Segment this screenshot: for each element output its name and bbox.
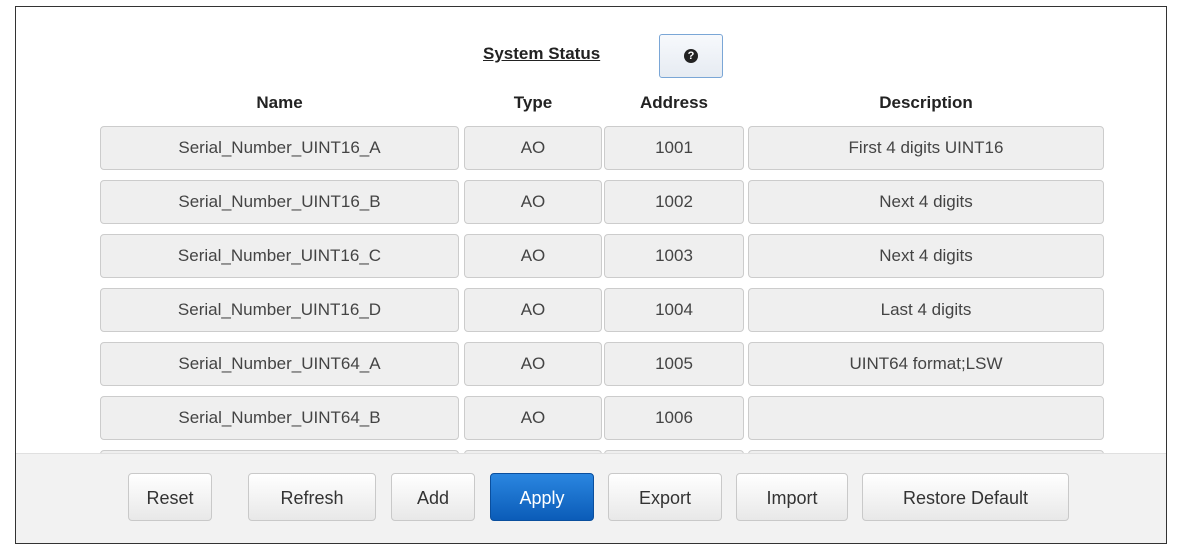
help-button[interactable]: ? [659,34,723,78]
refresh-button[interactable]: Refresh [248,473,376,521]
system-status-panel: System Status ? Name Type Address Descri… [15,6,1167,544]
title-row: System Status ? [16,29,1166,78]
column-header-address: Address [639,93,709,112]
table-row [16,180,1166,224]
import-button[interactable]: Import [736,473,848,521]
question-icon: ? [684,49,698,63]
name-field[interactable] [100,396,459,440]
description-field[interactable] [748,342,1104,386]
name-field[interactable] [100,342,459,386]
address-field[interactable] [604,288,744,332]
address-field[interactable] [604,180,744,224]
action-bar: Reset Refresh Add Apply Export Import Re… [16,453,1166,543]
column-header-type: Type [513,93,553,112]
type-field[interactable] [464,342,602,386]
name-field[interactable] [100,126,459,170]
export-button[interactable]: Export [608,473,722,521]
type-field[interactable] [464,288,602,332]
table-row [16,342,1166,386]
description-field[interactable] [748,288,1104,332]
name-field[interactable] [100,288,459,332]
add-button[interactable]: Add [391,473,475,521]
table-row [16,234,1166,278]
type-field[interactable] [464,180,602,224]
restore-default-button[interactable]: Restore Default [862,473,1069,521]
address-field[interactable] [604,396,744,440]
apply-button[interactable]: Apply [490,473,594,521]
table-row [16,396,1166,440]
name-field[interactable] [100,180,459,224]
type-field[interactable] [464,234,602,278]
description-field[interactable] [748,396,1104,440]
table-row [16,126,1166,170]
column-header-description: Description [879,93,973,112]
column-headers: Name Type Address Description [16,93,1166,119]
reset-button[interactable]: Reset [128,473,212,521]
type-field[interactable] [464,126,602,170]
name-field[interactable] [100,234,459,278]
description-field[interactable] [748,126,1104,170]
table-row [16,288,1166,332]
description-field[interactable] [748,180,1104,224]
address-field[interactable] [604,342,744,386]
address-field[interactable] [604,234,744,278]
column-header-name: Name [256,93,303,112]
description-field[interactable] [748,234,1104,278]
page-title[interactable]: System Status [483,44,600,64]
type-field[interactable] [464,396,602,440]
address-field[interactable] [604,126,744,170]
